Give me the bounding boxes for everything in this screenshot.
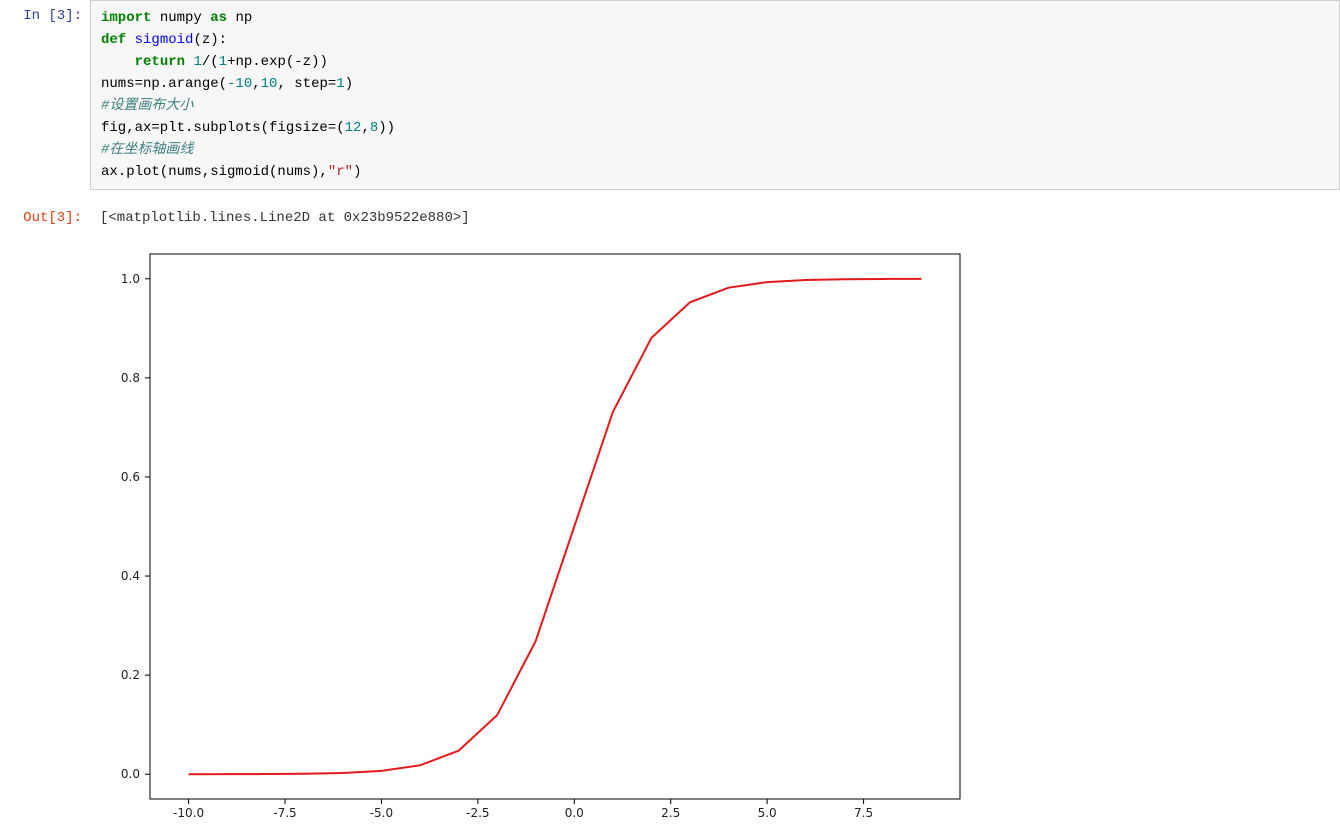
code-cell: In [3]: import numpy as np def sigmoid(z… [0,0,1340,190]
output-prompt: Out[3]: [0,202,90,234]
y-tick-label: 0.6 [121,470,140,484]
y-tick-label: 1.0 [121,272,140,286]
sigmoid-series [189,279,922,774]
x-tick-label: -2.5 [466,806,489,820]
x-tick-label: -7.5 [273,806,296,820]
x-tick-label: 5.0 [758,806,777,820]
x-tick-label: -5.0 [370,806,393,820]
x-tick-label: 2.5 [661,806,680,820]
x-tick-label: -10.0 [173,806,204,820]
output-text: [<matplotlib.lines.Line2D at 0x23b9522e8… [90,202,1340,234]
x-tick-label: 7.5 [854,806,873,820]
notebook: In [3]: import numpy as np def sigmoid(z… [0,0,1340,824]
sigmoid-line-chart: -10.0 -7.5 -5.0 -2.5 0.0 2.5 5.0 7.5 0.0 0.2 0.4 0.… [90,244,970,824]
input-prompt: In [3]: [0,0,90,32]
chart-output: -10.0 -7.5 -5.0 -2.5 0.0 2.5 5.0 7.5 0.0 0.2 0.4 0.… [0,234,1340,824]
y-tick-label: 0.2 [121,668,140,682]
output-cell: Out[3]: [<matplotlib.lines.Line2D at 0x2… [0,202,1340,234]
code-input-area[interactable]: import numpy as np def sigmoid(z): retur… [90,0,1340,190]
x-tick-label: 0.0 [565,806,584,820]
y-tick-label: 0.8 [121,371,140,385]
y-tick-label: 0.4 [121,569,140,583]
y-tick-label: 0.0 [121,767,140,781]
